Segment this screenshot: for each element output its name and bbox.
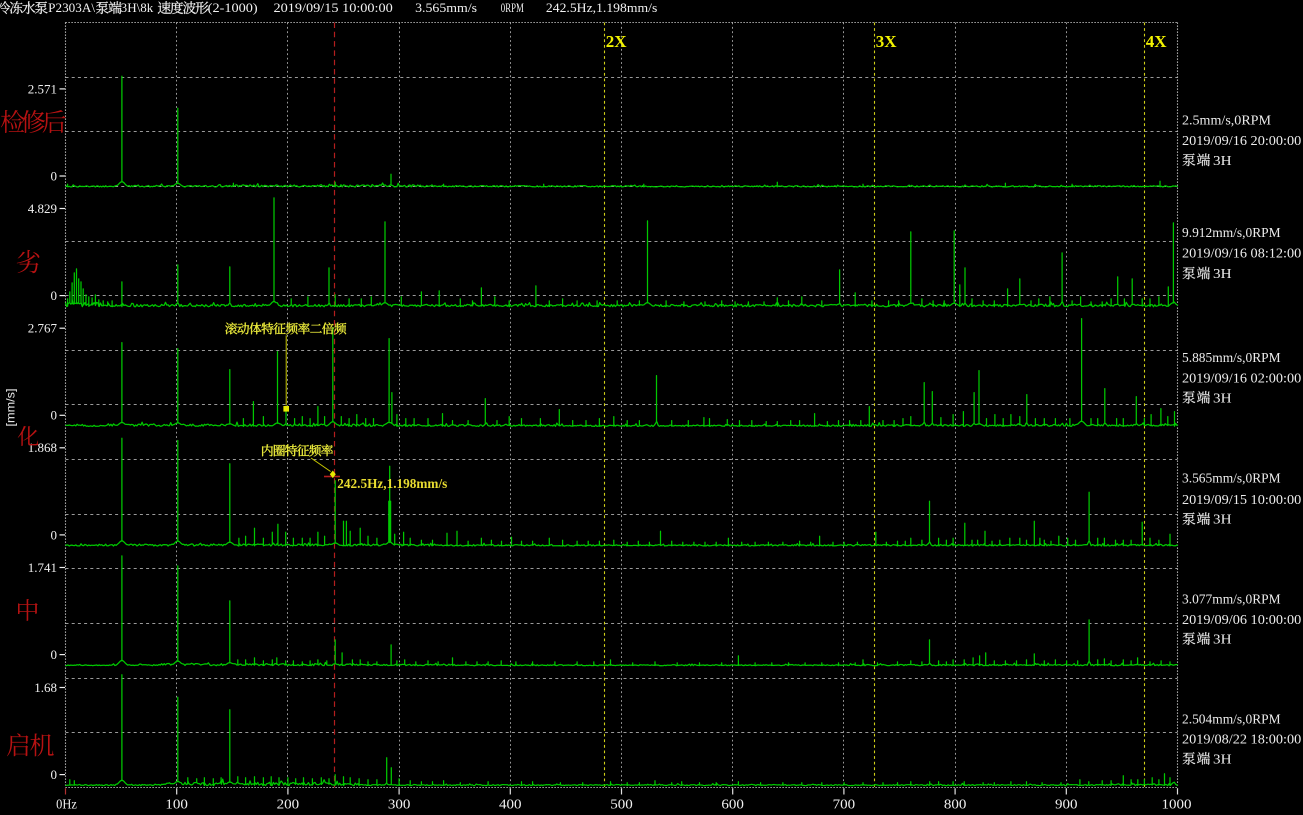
svg-text:242.5Hz,1.198mm/s: 242.5Hz,1.198mm/s [546,0,657,15]
svg-text:2019/09/15 10:00:00: 2019/09/15 10:00:00 [1182,492,1302,507]
svg-text:242.5Hz,1.198mm/s: 242.5Hz,1.198mm/s [337,476,447,491]
svg-text:5.885mm/s,0RPM: 5.885mm/s,0RPM [1182,350,1281,365]
svg-text:3H: 3H [1213,390,1232,405]
svg-text:0: 0 [51,647,58,662]
svg-text:P2303A\: P2303A\ [48,0,95,15]
svg-text:3.565mm/s,0RPM: 3.565mm/s,0RPM [1182,471,1281,486]
svg-text:3H: 3H [1213,153,1232,168]
svg-text:700: 700 [833,797,856,812]
svg-text:2019/09/16 08:12:00: 2019/09/16 08:12:00 [1182,246,1302,261]
svg-text:1.868: 1.868 [28,440,57,455]
svg-text:0: 0 [51,288,58,303]
svg-text:2.571: 2.571 [28,81,57,96]
svg-text:2019/09/06 10:00:00: 2019/09/06 10:00:00 [1182,612,1302,627]
svg-text:0Hz: 0Hz [56,797,77,812]
svg-text:1.68: 1.68 [34,680,57,695]
svg-text:3H: 3H [1213,632,1232,647]
svg-text:2019/09/16 02:00:00: 2019/09/16 02:00:00 [1182,371,1302,386]
svg-text:9.912mm/s,0RPM: 9.912mm/s,0RPM [1182,225,1281,240]
svg-text:0: 0 [51,408,58,423]
svg-text:3H: 3H [1213,751,1232,766]
svg-text:3.077mm/s,0RPM: 3.077mm/s,0RPM [1182,591,1281,606]
svg-text:2X: 2X [606,32,628,51]
svg-text:3H: 3H [1213,512,1232,527]
svg-text:[mm/s]: [mm/s] [4,389,18,427]
svg-text:2019/09/16 20:00:00: 2019/09/16 20:00:00 [1182,133,1302,148]
svg-text:3X: 3X [876,32,898,51]
svg-text:4.829: 4.829 [28,201,57,216]
svg-text:2019/09/15 10:00:00: 2019/09/15 10:00:00 [274,0,393,15]
svg-text:1000: 1000 [1162,797,1192,812]
svg-text:800: 800 [944,797,967,812]
svg-text:2.5mm/s,0RPM: 2.5mm/s,0RPM [1182,113,1271,128]
svg-text:400: 400 [499,797,522,812]
svg-text:3H: 3H [1213,266,1232,281]
svg-text:500: 500 [610,797,633,812]
svg-text:2.504mm/s,0RPM: 2.504mm/s,0RPM [1182,711,1281,726]
svg-text:0: 0 [51,527,58,542]
svg-text:3H\8k: 3H\8k [121,0,154,15]
svg-text:2019/08/22 18:00:00: 2019/08/22 18:00:00 [1182,732,1302,747]
svg-text:200: 200 [277,797,300,812]
svg-text:2.767: 2.767 [28,321,58,336]
svg-text:3.565mm/s: 3.565mm/s [415,0,477,15]
svg-text:600: 600 [721,797,744,812]
svg-text:1.741: 1.741 [28,560,57,575]
svg-text:0RPM: 0RPM [501,0,524,15]
svg-text:300: 300 [388,797,411,812]
svg-text:0: 0 [51,767,58,782]
svg-text:4X: 4X [1146,32,1168,51]
svg-text:900: 900 [1055,797,1078,812]
svg-text:100: 100 [165,797,188,812]
svg-text:0: 0 [51,168,58,183]
svg-text:(2-1000): (2-1000) [208,0,258,15]
